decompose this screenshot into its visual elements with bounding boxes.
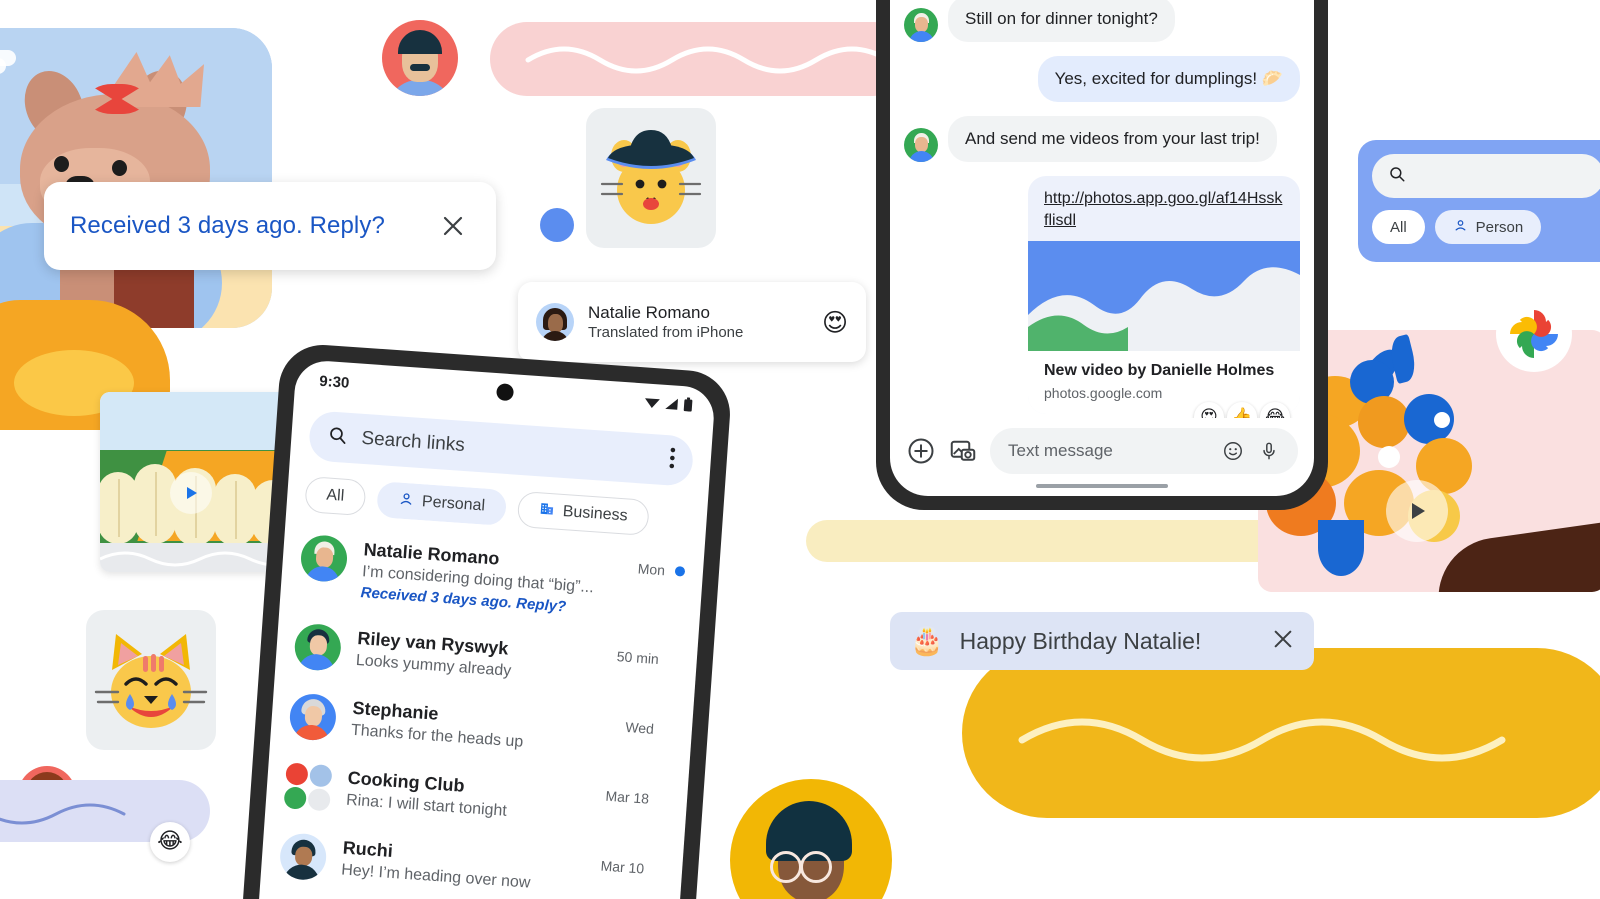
pink-wave-bubble (490, 22, 910, 96)
link-url[interactable]: http://photos.app.goo.gl/af14Hsskflisdl (1028, 176, 1300, 241)
message-bubble-incoming[interactable]: And send me videos from your last trip! (948, 116, 1277, 163)
avatar (293, 622, 343, 672)
avatar (299, 533, 349, 584)
link-preview-card[interactable]: http://photos.app.goo.gl/af14Hsskflisdl … (1028, 176, 1300, 415)
plus-circle-icon[interactable] (906, 436, 936, 466)
message-composer: Text message (890, 418, 1314, 482)
filter-chip-personal[interactable]: Personal (375, 481, 508, 526)
collage-canvas: Received 3 days ago. Reply? Natalie Roma… (0, 0, 1600, 899)
filter-chip-label: All (1390, 218, 1407, 236)
filter-chip-label: Business (562, 503, 629, 525)
camera-punch-hole (495, 383, 515, 402)
contact-name: Natalie Romano (588, 302, 710, 322)
link-thumbnail (1028, 241, 1300, 352)
person-icon (1453, 218, 1468, 237)
link-domain: photos.google.com (1044, 385, 1163, 402)
message-row: Still on for dinner tonight? (904, 0, 1300, 43)
translated-contact-card[interactable]: Natalie Romano Translated from iPhone 😍 (518, 282, 866, 362)
conversation-time: Mar 10 (600, 857, 645, 877)
conversation-time: Mar 18 (604, 787, 650, 807)
more-vert-icon[interactable] (669, 447, 676, 473)
message-row: And send me videos from your last trip! (904, 116, 1300, 163)
filter-chip-label: All (325, 486, 345, 505)
search-icon (327, 424, 349, 450)
message-bubble-outgoing[interactable]: Yes, excited for dumplings! 🥟 (1037, 56, 1300, 103)
battery-icon (683, 397, 693, 416)
yellow-wave-bubble (962, 648, 1600, 818)
play-icon[interactable] (170, 472, 212, 514)
avatar-group (283, 762, 333, 812)
link-title: New video by Danielle Holmes (1044, 362, 1275, 380)
search-icon (1388, 165, 1406, 188)
reply-suggestion-text: Received 3 days ago. Reply? (70, 212, 385, 239)
close-icon[interactable] (1272, 628, 1294, 655)
avatar (288, 692, 338, 742)
phone-list-device: 9:30 Search links All Personal Business … (240, 342, 733, 899)
conversation-time: Mon (637, 560, 666, 579)
conversation-time: 50 min (616, 648, 660, 668)
avatar-natalie (904, 8, 938, 43)
blue-dot-decoration (540, 208, 574, 242)
message-input-placeholder: Text message (1008, 441, 1113, 460)
gallery-camera-icon[interactable] (948, 436, 978, 466)
reaction-row: 😍 👍 😂 (904, 402, 1290, 418)
cake-icon: 🎂 (910, 625, 944, 657)
avatar-glasses-man (730, 779, 892, 899)
person-icon (397, 490, 414, 512)
laugh-reaction-badge[interactable]: 😂 (150, 822, 190, 862)
home-indicator (1036, 484, 1168, 488)
business-icon (538, 500, 555, 522)
reaction-thumbs-up[interactable]: 👍 (1227, 402, 1257, 418)
unread-dot (674, 565, 686, 577)
conversation-list: Natalie Romano I’m considering doing tha… (256, 521, 704, 899)
phone-thread-device: Still on for dinner tonight? Yes, excite… (876, 0, 1328, 510)
filter-chip-label: Person (1475, 218, 1524, 236)
filter-chip-business[interactable]: Business (516, 490, 650, 536)
pale-yellow-bubble (806, 520, 1306, 562)
microphone-icon[interactable] (1258, 440, 1280, 462)
reply-suggestion-card[interactable]: Received 3 days ago. Reply? (44, 182, 496, 270)
message-row: Yes, excited for dumplings! 🥟 (904, 56, 1300, 103)
conversation-time: Wed (624, 719, 655, 737)
heart-eyes-reaction[interactable]: 😍 (822, 310, 848, 335)
contact-subtitle: Translated from iPhone (588, 323, 744, 341)
birthday-text: Happy Birthday Natalie! (959, 627, 1202, 654)
play-icon[interactable] (1386, 480, 1448, 542)
emoji-smile-icon[interactable] (1222, 440, 1244, 462)
filter-chip-person[interactable]: Person (1434, 210, 1542, 244)
avatar-mustache-man (382, 20, 458, 96)
avatar-natalie (904, 128, 938, 163)
signal-icon (664, 396, 679, 414)
birthday-message-bubble[interactable]: 🎂 Happy Birthday Natalie! (890, 612, 1314, 670)
message-input[interactable]: Text message (990, 428, 1298, 474)
dog-beach-sticker (0, 28, 272, 328)
crying-cat-sticker (86, 610, 216, 750)
wifi-icon (644, 395, 660, 413)
search-input[interactable] (1372, 154, 1600, 198)
avatar (278, 832, 328, 882)
status-time: 9:30 (318, 372, 350, 392)
filter-chip-all[interactable]: All (304, 476, 367, 517)
search-panel-partial: All Person (1358, 140, 1600, 262)
filter-chip-all[interactable]: All (1372, 210, 1425, 244)
avatar (536, 303, 574, 341)
cowboy-cat-sticker (586, 108, 716, 248)
search-links-placeholder: Search links (360, 427, 466, 456)
filter-chip-label: Personal (421, 493, 486, 515)
reaction-laughing[interactable]: 😂 (1260, 402, 1290, 418)
message-bubble-incoming[interactable]: Still on for dinner tonight? (948, 0, 1175, 43)
google-photos-logo (1496, 296, 1572, 372)
reaction-heart-eyes[interactable]: 😍 (1194, 402, 1224, 418)
close-icon[interactable] (436, 209, 470, 243)
message-thread: Still on for dinner tonight? Yes, excite… (890, 0, 1314, 418)
